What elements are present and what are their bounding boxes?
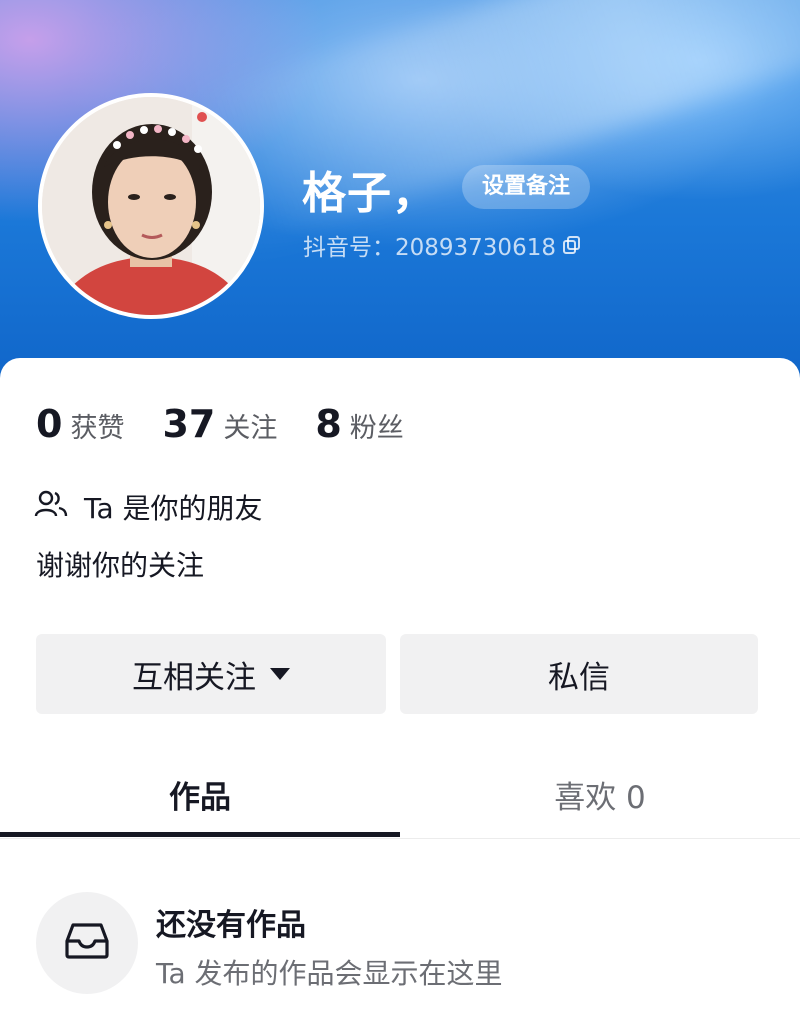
mutual-follow-label: 互相关注	[132, 659, 256, 696]
message-button[interactable]: 私信	[400, 634, 758, 714]
message-label: 私信	[548, 659, 610, 696]
stat-following[interactable]: 37 关注	[162, 402, 277, 446]
friends-icon	[34, 489, 68, 526]
caret-down-icon	[270, 668, 290, 680]
set-remark-button[interactable]: 设置备注	[462, 165, 591, 209]
douyin-id[interactable]: 抖音号：20893730618	[303, 228, 582, 262]
stat-following-label: 关注	[223, 413, 278, 444]
mutual-follow-button[interactable]: 互相关注	[36, 634, 386, 714]
bio: 谢谢你的关注	[36, 549, 205, 582]
stat-followers-label: 粉丝	[349, 413, 404, 444]
header-light-streak	[177, 0, 800, 256]
tab-works[interactable]: 作品	[0, 770, 400, 838]
content-tabs: 作品 喜欢 0	[0, 770, 800, 839]
stat-followers-value: 8	[315, 402, 342, 446]
friend-status-text: Ta 是你的朋友	[84, 492, 263, 525]
stat-followers[interactable]: 8 粉丝	[315, 402, 403, 446]
nickname: 格子，	[302, 168, 437, 219]
douyin-id-text: 抖音号：20893730618	[303, 235, 556, 261]
stats-row: 0 获赞 37 关注 8 粉丝	[36, 402, 442, 446]
tab-likes[interactable]: 喜欢 0	[400, 770, 800, 838]
avatar[interactable]	[38, 93, 264, 319]
empty-state-subtitle: Ta 发布的作品会显示在这里	[156, 957, 503, 990]
stat-likes-label: 获赞	[70, 413, 125, 444]
active-tab-indicator	[0, 832, 400, 837]
stat-likes[interactable]: 0 获赞	[36, 402, 124, 446]
stat-likes-value: 0	[36, 402, 63, 446]
copy-icon[interactable]	[562, 235, 582, 255]
friend-status: Ta 是你的朋友	[34, 487, 263, 527]
empty-state-title: 还没有作品	[156, 908, 306, 943]
empty-state-icon-container	[36, 892, 138, 994]
inbox-icon	[63, 921, 111, 965]
stat-following-value: 37	[162, 402, 216, 446]
